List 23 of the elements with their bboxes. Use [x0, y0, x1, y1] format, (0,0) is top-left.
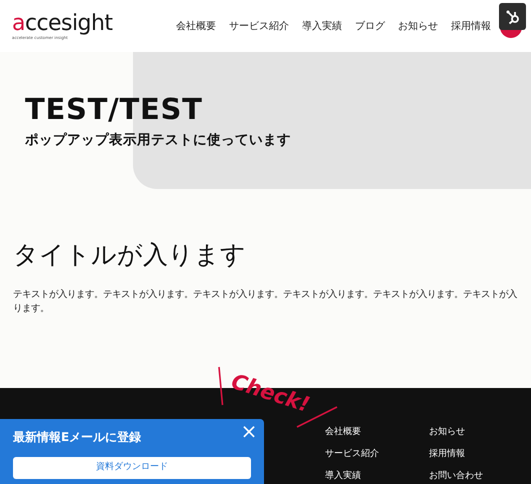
- footer-link[interactable]: 会社概要: [325, 426, 379, 438]
- close-button[interactable]: ×: [240, 421, 258, 441]
- footer-link[interactable]: 採用情報: [429, 448, 483, 460]
- sprocket-icon: [504, 8, 520, 24]
- nav-link[interactable]: お知らせ: [398, 18, 438, 34]
- hero-subtitle: ポップアップ表示用テストに使っています: [25, 131, 292, 150]
- footer-link[interactable]: サービス紹介: [325, 448, 379, 460]
- hero-title: TEST/TEST: [25, 92, 204, 126]
- nav-link[interactable]: 会社概要: [176, 18, 216, 34]
- nav-link[interactable]: 採用情報: [451, 18, 491, 34]
- footer-link[interactable]: 導入実績: [325, 470, 379, 482]
- popup-title: 最新情報Eメールに登録: [13, 429, 142, 446]
- section-title: タイトルが入ります: [13, 239, 247, 271]
- nav-link[interactable]: 導入実績: [302, 18, 342, 34]
- footer-link[interactable]: お問い合わせ: [429, 470, 483, 482]
- accent-line: [218, 366, 224, 406]
- nav-link[interactable]: サービス紹介: [229, 18, 289, 34]
- footer-link[interactable]: お知らせ: [429, 426, 483, 438]
- logo-wordmark[interactable]: accesight: [12, 12, 112, 34]
- download-button[interactable]: 資料ダウンロード: [13, 457, 251, 479]
- nav-link[interactable]: ブログ: [355, 18, 385, 34]
- body-text: テキストが入ります。テキストが入ります。テキストが入ります。テキストが入ります。テキストが入ります。テキストが入ります。: [13, 288, 518, 316]
- chat-launcher-button[interactable]: [499, 3, 526, 30]
